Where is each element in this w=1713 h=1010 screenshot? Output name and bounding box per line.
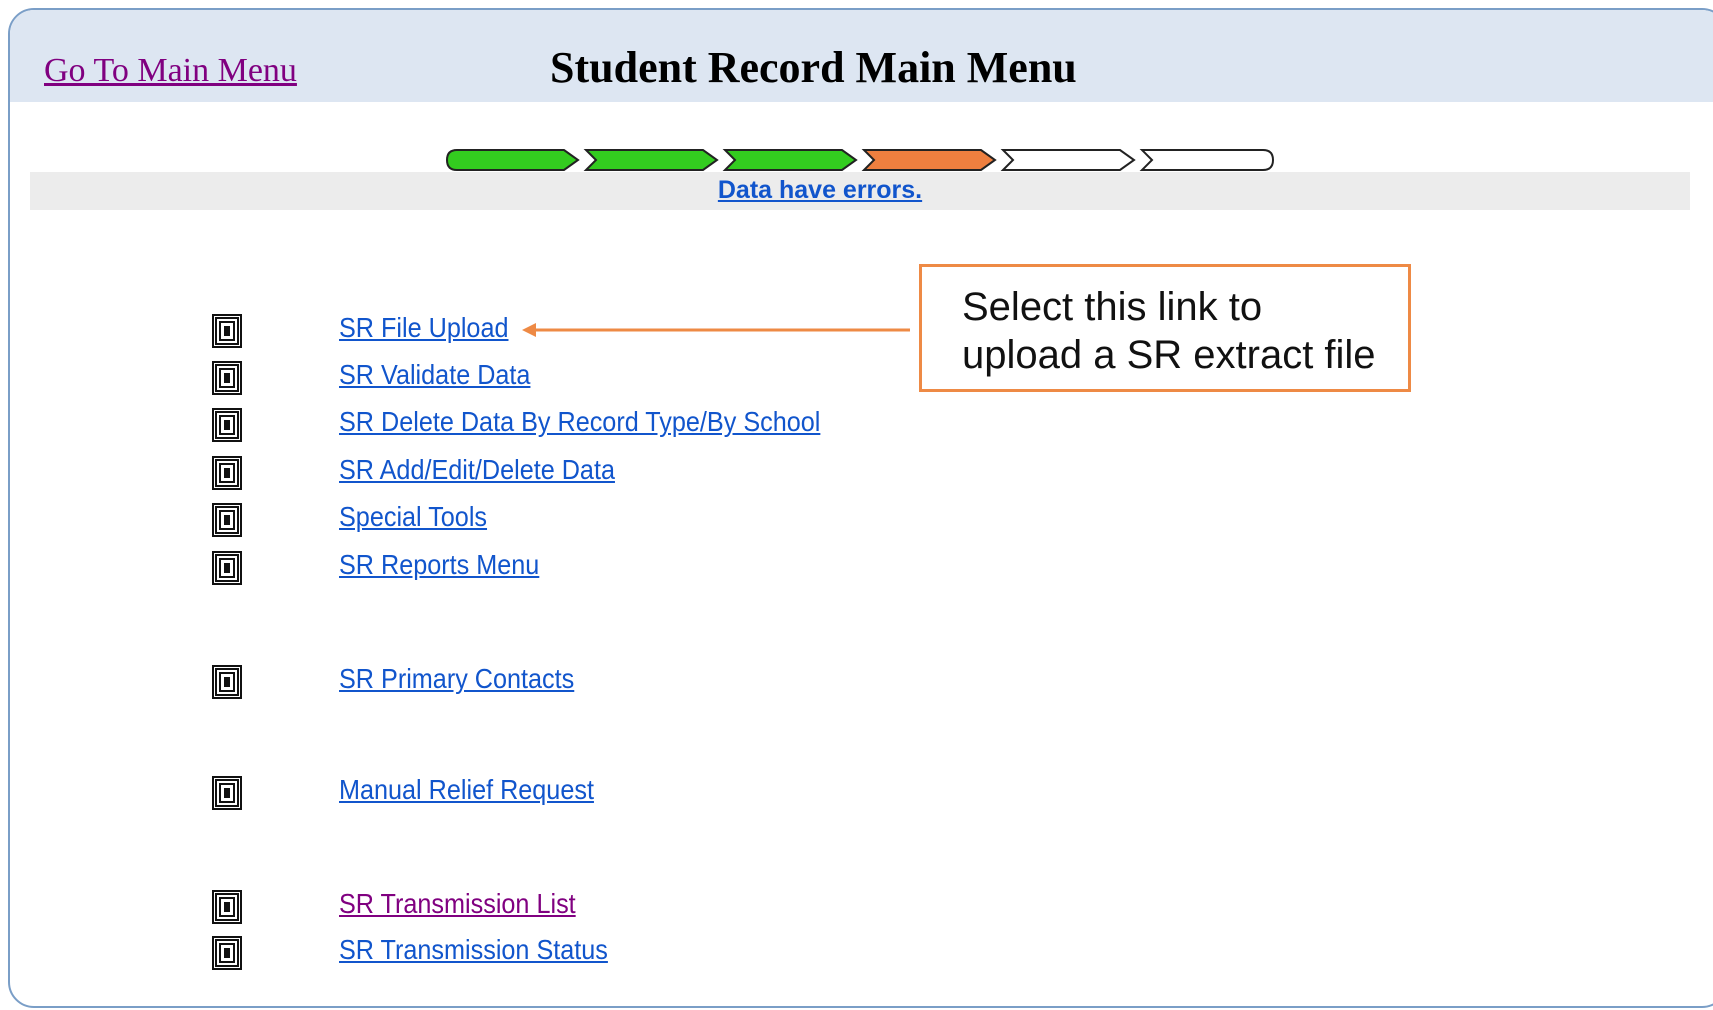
callout-text: Select this link to upload a SR extract … <box>962 285 1376 377</box>
callout-box: Select this link to upload a SR extract … <box>919 264 1411 392</box>
callout-arrow <box>522 323 910 337</box>
